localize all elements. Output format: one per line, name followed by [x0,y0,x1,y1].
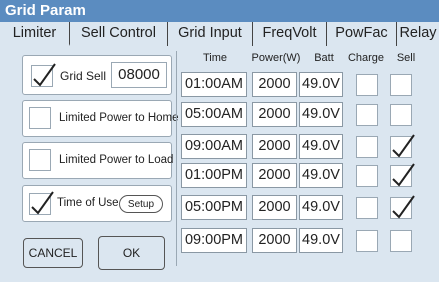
time-of-use-label: Time of Use [57,197,119,209]
limited-load-option[interactable]: Limited Power to Load [22,142,174,179]
power-cell[interactable]: 2000 [252,102,297,127]
time-cell[interactable]: 05:00PM [181,195,247,220]
window-title: Grid Param [0,0,439,22]
batt-cell[interactable]: 49.0V [299,228,343,253]
power-header: Power(W) [251,52,301,64]
tab-relay[interactable]: Relay [397,22,439,46]
grid-sell-checkbox[interactable] [31,63,56,87]
check-icon [31,191,54,215]
limited-home-checkbox[interactable] [29,107,51,129]
batt-cell[interactable]: 49.0V [299,102,343,127]
tab-bar: Limiter Sell Control Grid Input FreqVolt… [0,22,439,46]
panel-divider [176,51,177,266]
limited-load-checkbox[interactable] [29,149,51,171]
batt-cell[interactable]: 49.0V [299,195,343,220]
charge-checkbox[interactable] [356,104,378,126]
sell-checkbox[interactable] [390,104,412,126]
charge-checkbox[interactable] [356,230,378,252]
ok-button[interactable]: OK [98,236,165,270]
sell-checkbox[interactable] [390,230,412,252]
sell-checkbox[interactable] [390,74,412,96]
power-cell[interactable]: 2000 [252,163,297,188]
batt-cell[interactable]: 49.0V [299,134,343,159]
check-icon [33,63,56,87]
power-cell[interactable]: 2000 [252,228,297,253]
batt-header: Batt [314,52,334,64]
time-cell[interactable]: 09:00AM [181,134,247,159]
power-cell[interactable]: 2000 [252,72,297,97]
check-icon [392,134,415,158]
batt-cell[interactable]: 49.0V [299,163,343,188]
check-icon [392,163,415,187]
sell-header: Sell [396,52,416,64]
time-cell[interactable]: 05:00AM [181,102,247,127]
sell-checkbox[interactable] [390,134,415,158]
charge-header: Charge [347,52,385,64]
charge-checkbox[interactable] [356,74,378,96]
limited-load-label: Limited Power to Load [59,154,174,166]
tab-grid-input[interactable]: Grid Input [168,22,253,46]
check-icon [392,195,415,219]
time-cell[interactable]: 09:00PM [181,228,247,253]
tab-sell-control[interactable]: Sell Control [70,22,168,46]
limited-home-label: Limited Power to Home [59,112,179,124]
grid-sell-input[interactable]: 08000 [111,62,167,88]
tab-freqvolt[interactable]: FreqVolt [253,22,327,46]
time-header: Time [202,52,228,64]
time-cell[interactable]: 01:00AM [181,72,247,97]
charge-checkbox[interactable] [356,197,378,219]
batt-cell[interactable]: 49.0V [299,72,343,97]
tab-limiter[interactable]: Limiter [0,22,70,46]
time-cell[interactable]: 01:00PM [181,163,247,188]
charge-checkbox[interactable] [356,136,378,158]
time-of-use-checkbox[interactable] [29,191,54,215]
setup-button[interactable]: Setup [119,195,163,213]
sell-checkbox[interactable] [390,195,415,219]
power-cell[interactable]: 2000 [252,134,297,159]
grid-sell-option: Grid Sell 08000 [22,55,172,95]
charge-checkbox[interactable] [356,165,378,187]
time-of-use-option: Time of Use Setup [22,185,172,222]
power-cell[interactable]: 2000 [252,195,297,220]
limited-home-option[interactable]: Limited Power to Home [22,100,179,137]
tab-powfac[interactable]: PowFac [327,22,397,46]
cancel-button[interactable]: CANCEL [23,238,83,268]
sell-checkbox[interactable] [390,163,415,187]
grid-sell-label: Grid Sell [60,69,107,83]
